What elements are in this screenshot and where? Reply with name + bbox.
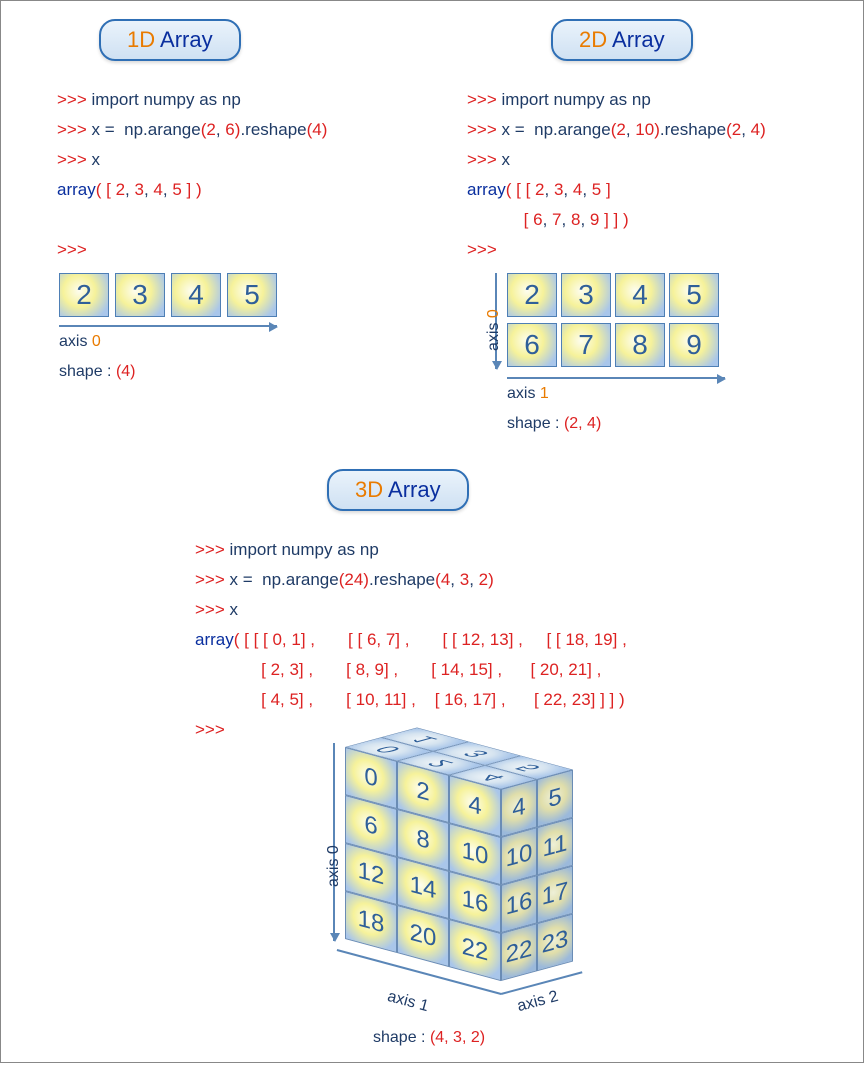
- cell: 3: [561, 273, 611, 317]
- cube-right: 45101116172223: [501, 770, 573, 981]
- cube-3d: 024135 0246810121416182022 4510111617222…: [301, 747, 601, 1027]
- axis0-label-2d: axis 0: [485, 309, 503, 351]
- cell: 9: [669, 323, 719, 367]
- cell: 4: [615, 273, 665, 317]
- axis2-label-3d: axis 2: [515, 988, 560, 1016]
- figure: 1D Array >>> import numpy as np>>> x = n…: [0, 0, 864, 1063]
- shape-3d: shape : (4, 3, 2): [373, 1029, 485, 1047]
- cube-front: 0246810121416182022: [345, 747, 501, 981]
- cell: 3: [115, 273, 165, 317]
- title-2d: 2D Array: [551, 19, 693, 61]
- title-3d: 3D Array: [327, 469, 469, 511]
- axis1-arrow-2d: [507, 377, 725, 379]
- axis1-label-2d: axis 1: [507, 385, 549, 403]
- cell: 5: [669, 273, 719, 317]
- axis0-label-1d: axis 0: [59, 333, 101, 351]
- cube-tile: 23: [537, 914, 573, 972]
- axis0-arrow-3d: [333, 743, 335, 941]
- cell: 6: [507, 323, 557, 367]
- title-1d: 1D Array: [99, 19, 241, 61]
- cell: 4: [171, 273, 221, 317]
- axis0-label-3d: axis 0: [325, 845, 343, 887]
- cell: 7: [561, 323, 611, 367]
- cell: 2: [507, 273, 557, 317]
- cells-1d: 2345: [59, 273, 277, 317]
- shape-1d: shape : (4): [59, 363, 136, 381]
- cell: 2: [59, 273, 109, 317]
- cube-tile: 22: [501, 923, 537, 981]
- axis1-label-3d: axis 1: [385, 988, 430, 1016]
- cell: 5: [227, 273, 277, 317]
- code-2d: >>> import numpy as np>>> x = np.arange(…: [467, 85, 766, 265]
- cell: 8: [615, 323, 665, 367]
- cells-2d: 2345 6789: [507, 273, 717, 367]
- code-3d: >>> import numpy as np>>> x = np.arange(…: [195, 535, 627, 745]
- shape-2d: shape : (2, 4): [507, 415, 601, 433]
- code-1d: >>> import numpy as np>>> x = np.arange(…: [57, 85, 327, 265]
- axis0-arrow-1d: [59, 325, 277, 327]
